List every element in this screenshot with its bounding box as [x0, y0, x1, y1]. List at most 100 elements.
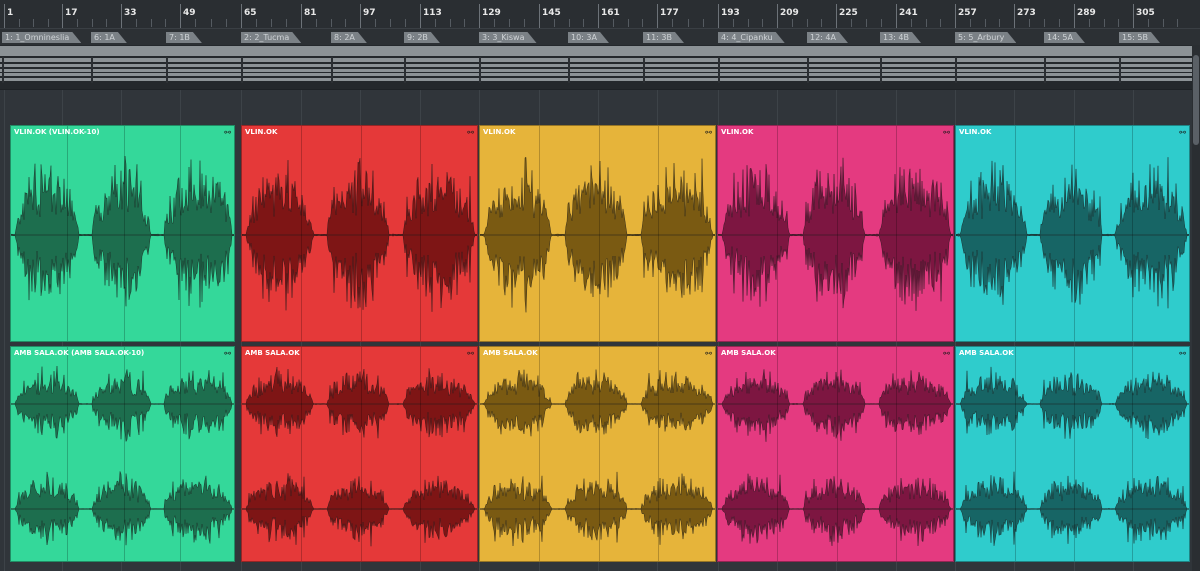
- marker-10[interactable]: 4: 4_Cipanku: [718, 32, 785, 43]
- overview-lane: [0, 64, 1192, 67]
- audio-event[interactable]: VLIN.OK ⚯: [241, 125, 478, 342]
- marker-4[interactable]: 2: 2_Tucma: [241, 32, 301, 43]
- marker-1[interactable]: 1: 1_Omnineslia: [2, 32, 81, 43]
- ruler-subtick: [553, 19, 555, 27]
- waveform-channel: [11, 155, 234, 308]
- bar-divider: [301, 347, 302, 561]
- marker-11[interactable]: 12: 4A: [807, 32, 848, 43]
- event-label: VLIN.OK: [959, 128, 992, 136]
- ruler-subtick: [405, 19, 406, 27]
- split-icon: ⚯: [943, 128, 950, 137]
- ruler-tick: [180, 4, 181, 28]
- ruler-subtick: [150, 19, 152, 27]
- project-overview[interactable]: [0, 45, 1200, 89]
- waveform: [11, 365, 234, 546]
- ruler-subtick: [256, 19, 257, 27]
- ruler-bar-number: 193: [721, 8, 740, 18]
- overview-lane: [0, 58, 1192, 62]
- audio-event[interactable]: VLIN.OK ⚯: [717, 125, 954, 342]
- bar-divider: [67, 347, 68, 561]
- ruler-tick: [420, 4, 421, 28]
- waveform-channel: [956, 157, 1189, 309]
- bar-divider: [420, 126, 421, 341]
- audio-event[interactable]: VLIN.OK ⚯: [955, 125, 1190, 342]
- ruler-bar-number: 145: [542, 8, 561, 18]
- ruler-subtick: [999, 19, 1001, 27]
- audio-event[interactable]: VLIN.OK (VLIN.OK-10) ⚯: [10, 125, 235, 342]
- ruler-bar-number: 177: [660, 8, 679, 18]
- ruler-subtick: [76, 19, 78, 27]
- overview-marker-cut: [718, 57, 720, 83]
- ruler-subtick: [464, 19, 466, 27]
- audio-event[interactable]: AMB SALA.OK (AMB SALA.OK-10) ⚯: [10, 346, 235, 562]
- marker-track[interactable]: 1: 1_Omnineslia 6: 1A 7: 1B 2: 2_Tucma 8: 2A…: [0, 29, 1200, 45]
- audio-event[interactable]: AMB SALA.OK ⚯: [717, 346, 954, 562]
- ruler-subtick: [47, 19, 49, 27]
- waveform-channel: [11, 471, 234, 546]
- split-icon: ⚯: [224, 128, 231, 137]
- marker-6[interactable]: 9: 2B: [404, 32, 440, 43]
- ruler-tick: [955, 4, 956, 28]
- grid-line: [4, 90, 5, 571]
- vertical-scrollbar[interactable]: [1192, 45, 1200, 571]
- overview-marker-cut: [166, 57, 168, 83]
- ruler-bar-number: 225: [839, 8, 858, 18]
- split-icon: ⚯: [467, 128, 474, 137]
- ruler-tick: [836, 4, 837, 28]
- marker-9[interactable]: 11: 3B: [643, 32, 684, 43]
- arranger-area[interactable]: VLIN.OK (VLIN.OK-10) ⚯ VLIN.OK ⚯ VLIN.OK ⚯ VLI…: [0, 90, 1200, 571]
- overview-lane: [0, 46, 1192, 56]
- bar-divider: [361, 126, 362, 341]
- ruler-subtick: [1059, 19, 1060, 27]
- ruler-tick: [479, 4, 480, 28]
- bar-divider: [837, 347, 838, 561]
- bar-divider: [124, 347, 125, 561]
- ruler-subtick: [1029, 19, 1030, 27]
- marker-12[interactable]: 13: 4B: [880, 32, 921, 43]
- ruler-subtick: [627, 19, 629, 27]
- audio-event[interactable]: AMB SALA.OK ⚯: [479, 346, 716, 562]
- split-icon: ⚯: [224, 349, 231, 358]
- ruler-bar-number: 209: [780, 8, 799, 18]
- ruler-subtick: [612, 19, 614, 27]
- event-label: VLIN.OK (VLIN.OK-10): [14, 128, 100, 136]
- audio-event[interactable]: VLIN.OK ⚯: [479, 125, 716, 342]
- ruler-subtick: [791, 19, 793, 27]
- ruler-subtick: [732, 19, 734, 27]
- split-icon: ⚯: [1179, 128, 1186, 137]
- ruler-subtick: [271, 19, 272, 27]
- ruler-subtick: [1088, 19, 1090, 27]
- ruler-subtick: [225, 19, 227, 27]
- ruler-bar-number: 81: [304, 8, 317, 18]
- bar-divider: [1132, 347, 1133, 561]
- split-icon: ⚯: [467, 349, 474, 358]
- bar-divider: [599, 347, 600, 561]
- marker-15[interactable]: 15: 5B: [1119, 32, 1160, 43]
- marker-3[interactable]: 7: 1B: [166, 32, 202, 43]
- overview-marker-cut: [643, 57, 645, 83]
- ruler-subtick: [106, 19, 108, 27]
- marker-5[interactable]: 8: 2A: [331, 32, 367, 43]
- ruler-tick: [4, 4, 5, 28]
- marker-13[interactable]: 5: 5_Arbury: [955, 32, 1016, 43]
- ruler-tick: [896, 4, 897, 28]
- ruler-subtick: [1118, 19, 1120, 27]
- timeline-ruler[interactable]: 1 17 33 49 65 81 97 113 129 145 161 177 193 209 225 241…: [0, 0, 1200, 29]
- waveform-channel: [718, 157, 953, 311]
- marker-7[interactable]: 3: 3_Kiswa: [479, 32, 537, 43]
- scrollbar-thumb[interactable]: [1193, 55, 1199, 145]
- marker-8[interactable]: 10: 3A: [568, 32, 609, 43]
- marker-2[interactable]: 6: 1A: [91, 32, 127, 43]
- marker-14[interactable]: 14: 5A: [1044, 32, 1085, 43]
- bar-divider: [1015, 126, 1016, 341]
- audio-event[interactable]: AMB SALA.OK ⚯: [241, 346, 478, 562]
- bar-divider: [420, 347, 421, 561]
- bar-divider: [777, 347, 778, 561]
- bar-divider: [1132, 126, 1133, 341]
- audio-event[interactable]: AMB SALA.OK ⚯: [955, 346, 1190, 562]
- ruler-bar-number: 17: [65, 8, 78, 18]
- waveform-channel: [718, 473, 953, 546]
- ruler-subtick: [969, 19, 971, 27]
- event-label: VLIN.OK: [245, 128, 278, 136]
- ruler-bar-number: 129: [482, 8, 501, 18]
